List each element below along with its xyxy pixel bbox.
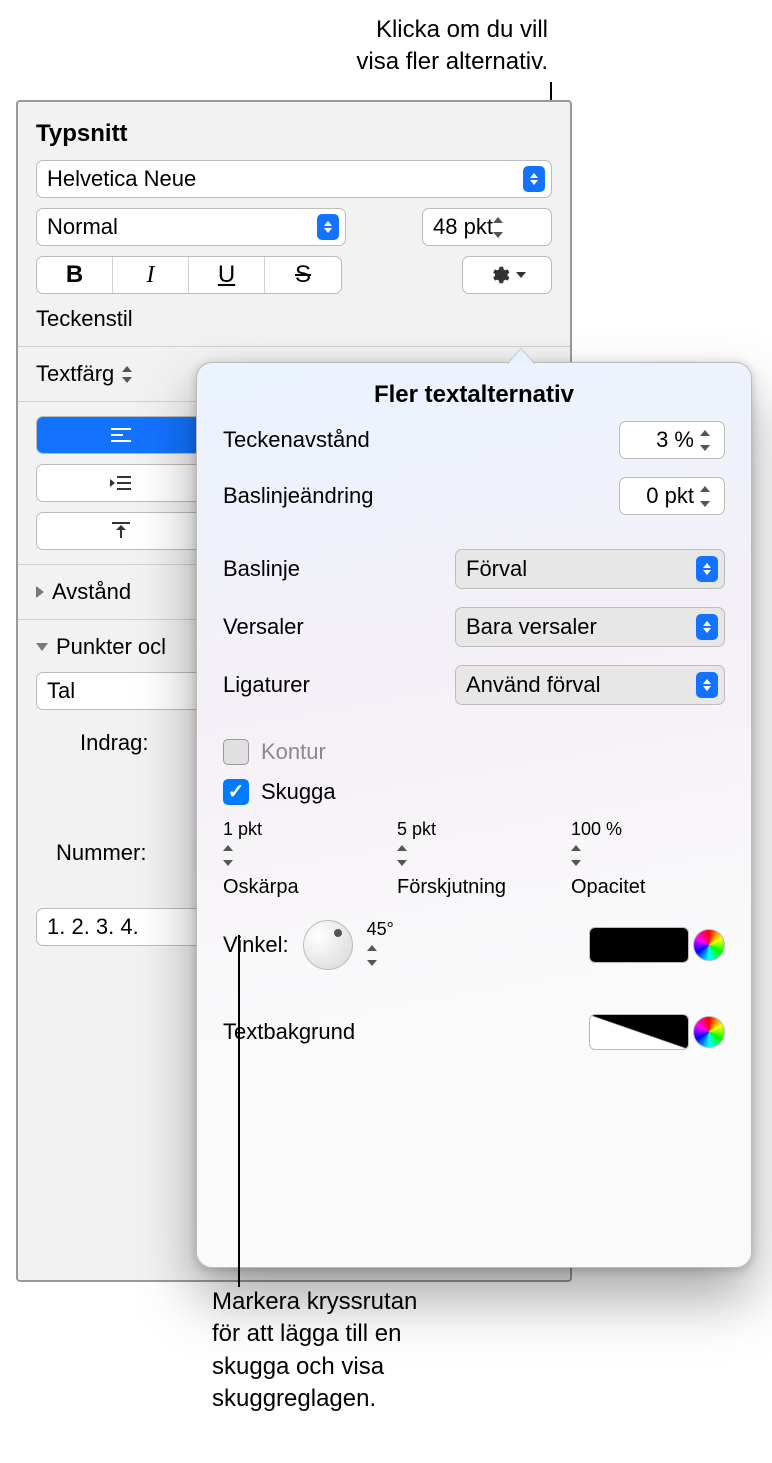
callout-top-text: Klicka om du vill visa fler alternativ.: [356, 16, 548, 75]
font-family-popup[interactable]: Helvetica Neue: [36, 160, 552, 198]
char-spacing-value: 3 %: [656, 427, 694, 453]
angle-label: Vinkel:: [223, 932, 289, 958]
popover-title: Fler textalternativ: [197, 381, 751, 409]
shadow-blur-label: Oskärpa: [223, 876, 299, 899]
popup-arrows-icon: [696, 556, 718, 582]
caps-label: Versaler: [223, 614, 304, 640]
ligatures-label: Ligaturer: [223, 672, 310, 698]
character-style-label: Teckenstil: [36, 306, 552, 332]
font-size-value: 48 pkt: [433, 214, 493, 240]
divider: [18, 346, 570, 347]
text-bg-color-well[interactable]: [589, 1014, 689, 1050]
popup-arrows-icon: [523, 166, 545, 192]
more-text-options-button[interactable]: [462, 256, 552, 294]
popup-arrows-icon: [696, 672, 718, 698]
baseline-select[interactable]: Förval: [455, 549, 725, 589]
align-left-button[interactable]: [37, 417, 205, 453]
font-section-title: Typsnitt: [36, 120, 552, 148]
baseline-shift-label: Baslinjeändring: [223, 483, 373, 509]
shadow-opacity-field[interactable]: 100 %: [571, 819, 725, 870]
ligatures-value: Använd förval: [466, 672, 601, 698]
shadow-color-well[interactable]: [589, 927, 689, 963]
callout-line: [238, 935, 240, 1287]
shadow-offset-value: 5 pkt: [397, 819, 436, 839]
shadow-checkbox[interactable]: [223, 779, 249, 805]
text-bg-label: Textbakgrund: [223, 1019, 355, 1045]
shadow-checkbox-row[interactable]: Skugga: [223, 779, 725, 805]
popup-arrows-icon: [317, 214, 339, 240]
color-picker-icon[interactable]: [693, 1016, 725, 1048]
baseline-value: Förval: [466, 556, 527, 582]
font-family-value: Helvetica Neue: [47, 166, 196, 192]
chevron-down-icon: [36, 643, 48, 651]
bold-button[interactable]: B: [37, 257, 113, 293]
shadow-offset-label: Förskjutning: [397, 876, 506, 899]
baseline-label: Baslinje: [223, 556, 300, 582]
ligatures-select[interactable]: Använd förval: [455, 665, 725, 705]
angle-field[interactable]: 45°: [367, 919, 467, 970]
callout-bottom-text: Markera kryssrutan för att lägga till en…: [212, 1288, 417, 1412]
text-color-label: Textfärg: [36, 361, 114, 387]
caps-select[interactable]: Bara versaler: [455, 607, 725, 647]
baseline-shift-value: 0 pkt: [646, 483, 694, 509]
callout-bottom: Markera kryssrutan för att lägga till en…: [212, 1286, 417, 1416]
shadow-label: Skugga: [261, 779, 336, 805]
color-picker-icon[interactable]: [693, 929, 725, 961]
vertical-align-top-button[interactable]: [37, 513, 205, 549]
gear-icon: [488, 264, 510, 286]
baseline-shift-field[interactable]: 0 pkt: [619, 477, 725, 515]
list-type-popup[interactable]: Tal: [36, 672, 206, 710]
shadow-blur-field[interactable]: 1 pkt: [223, 819, 377, 870]
indent-icon: [109, 475, 133, 491]
callout-top: Klicka om du vill visa fler alternativ.: [356, 14, 548, 79]
caps-value: Bara versaler: [466, 614, 597, 640]
shadow-opacity-stepper[interactable]: [571, 840, 591, 870]
chevron-right-icon: [36, 586, 44, 598]
font-size-field[interactable]: 48 pkt: [422, 208, 552, 246]
list-format-value: 1. 2. 3. 4.: [47, 914, 139, 940]
shadow-offset-field[interactable]: 5 pkt: [397, 819, 551, 870]
angle-dial[interactable]: [303, 920, 353, 970]
outline-checkbox-row[interactable]: Kontur: [223, 739, 725, 765]
italic-button[interactable]: I: [113, 257, 189, 293]
strikethrough-button[interactable]: S: [265, 257, 341, 293]
underline-button[interactable]: U: [189, 257, 265, 293]
shadow-opacity-value: 100 %: [571, 819, 622, 839]
char-spacing-label: Teckenavstånd: [223, 427, 370, 453]
angle-stepper[interactable]: [367, 940, 387, 970]
baseline-shift-stepper[interactable]: [700, 481, 720, 511]
font-typeface-value: Normal: [47, 214, 118, 240]
text-style-segment: B I U S: [36, 256, 342, 294]
more-text-options-popover: Fler textalternativ Teckenavstånd 3 % Ba…: [196, 362, 752, 1268]
spacing-label: Avstånd: [52, 579, 131, 605]
shadow-blur-stepper[interactable]: [223, 840, 243, 870]
angle-value: 45°: [367, 919, 394, 939]
popup-arrows-icon: [696, 614, 718, 640]
shadow-offset-stepper[interactable]: [397, 840, 417, 870]
list-type-value: Tal: [47, 678, 75, 704]
font-size-stepper[interactable]: [493, 212, 513, 242]
shadow-opacity-label: Opacitet: [571, 876, 645, 899]
text-color-stepper[interactable]: [122, 363, 142, 385]
outline-checkbox[interactable]: [223, 739, 249, 765]
indent-decrease-button[interactable]: [37, 465, 205, 501]
font-typeface-popup[interactable]: Normal: [36, 208, 346, 246]
align-left-icon: [110, 427, 132, 443]
chevron-down-icon: [516, 272, 526, 278]
valign-top-icon: [111, 522, 131, 540]
char-spacing-field[interactable]: 3 %: [619, 421, 725, 459]
char-spacing-stepper[interactable]: [700, 425, 720, 455]
outline-label: Kontur: [261, 739, 326, 765]
shadow-blur-value: 1 pkt: [223, 819, 262, 839]
bullets-label: Punkter ocl: [56, 634, 166, 660]
